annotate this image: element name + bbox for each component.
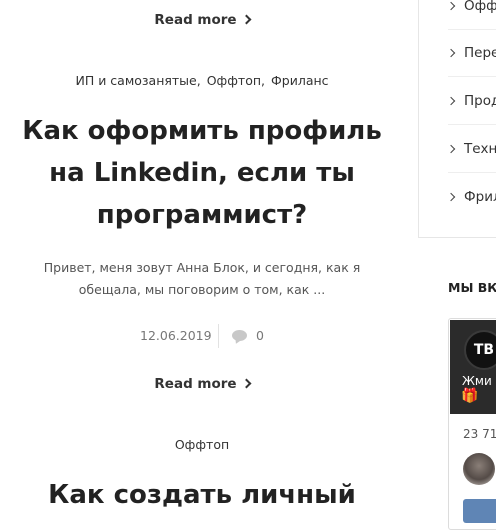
read-more-label: Read more (154, 12, 237, 28)
vk-widget-heading: МЫ ВКОНТАКТЕ (448, 280, 496, 295)
chevron-right-icon (448, 96, 456, 106)
chevron-right-icon (448, 192, 456, 202)
category-link[interactable]: Оффтоп, (207, 73, 265, 88)
sidebar-item-category[interactable]: Технологии (448, 126, 496, 173)
chevron-right-icon (241, 14, 252, 25)
sidebar-item-category[interactable]: Продвижение (448, 78, 496, 125)
post-excerpt: Привет, меня зовут Анна Блок, и сегодня,… (43, 260, 361, 297)
category-link[interactable]: Фриланс (271, 73, 329, 88)
chevron-right-icon (448, 48, 456, 58)
category-link[interactable]: Оффтоп (175, 437, 229, 452)
vk-group-logo: ТВ (464, 330, 496, 370)
post-categories: ИП и самозанятые, Оффтоп, Фриланс (0, 73, 404, 88)
gift-icon: 🎁 (461, 388, 479, 404)
meta-divider (218, 324, 219, 348)
sidebar-divider (418, 0, 419, 237)
widget-divider (418, 237, 496, 238)
vk-cta-text: Жми « (462, 374, 496, 388)
chevron-right-icon (241, 378, 252, 389)
post-date: 12.06.2019 (140, 328, 212, 343)
sidebar-item-category[interactable]: Фриланс (448, 174, 496, 220)
sidebar-item-category[interactable]: Переезд (448, 30, 496, 77)
vk-subscribe-button[interactable] (463, 499, 496, 523)
post-categories: Оффтоп (0, 437, 404, 452)
chevron-right-icon (448, 144, 456, 154)
vk-cover-image[interactable]: ТВ Жми « 🎁 (450, 320, 496, 414)
chevron-right-icon (448, 1, 456, 11)
post-title[interactable]: Как оформить профиль на Linkedin, если т… (20, 110, 384, 236)
avatar[interactable] (463, 453, 495, 485)
vk-member-count: 23 717 (463, 427, 496, 441)
read-more-label: Read more (154, 376, 237, 392)
post-meta: 12.06.2019 0 (0, 324, 404, 348)
comment-count[interactable]: 0 (256, 328, 264, 343)
read-more-link[interactable]: Read more (0, 12, 404, 28)
category-link[interactable]: ИП и самозанятые, (75, 73, 200, 88)
post-list: Read more ИП и самозанятые, Оффтоп, Фрилан… (0, 0, 418, 514)
sidebar-item-category[interactable]: Оффтоп (448, 0, 496, 30)
vk-widget[interactable]: ТВ Жми « 🎁 23 717 (448, 318, 496, 530)
post-title[interactable]: Как создать личный (20, 474, 384, 516)
read-more-link[interactable]: Read more (0, 376, 404, 392)
comment-icon (232, 330, 247, 341)
